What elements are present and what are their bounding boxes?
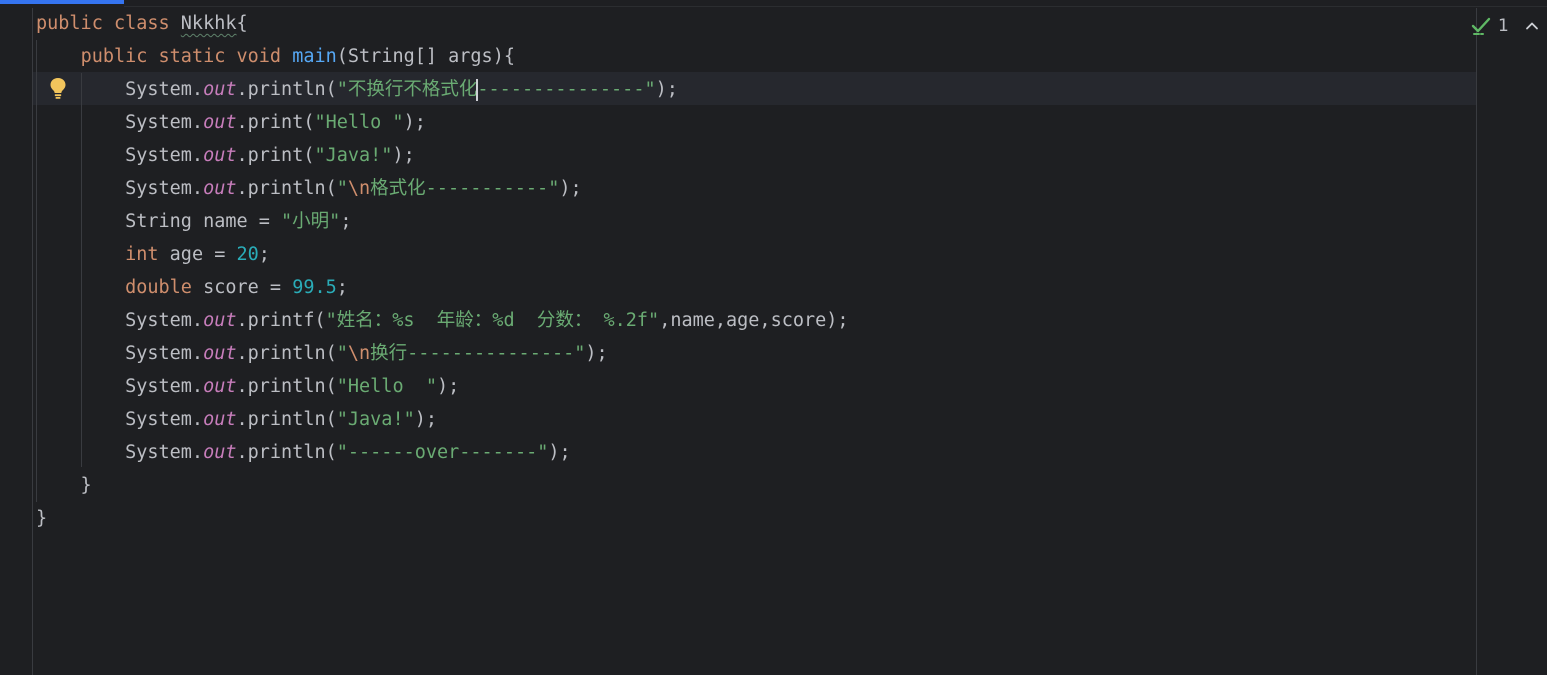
code-token: out (203, 409, 237, 430)
code-token: Nkkhk (180, 13, 237, 34)
inspections-count: 1 (1498, 16, 1509, 36)
code-line[interactable]: double score = 99.5; (36, 271, 849, 304)
code-line[interactable]: System.out.print("Hello "); (36, 106, 849, 139)
code-line[interactable]: System.out.println("\n格式化-----------"); (36, 172, 849, 205)
code-token: .println( (236, 79, 337, 100)
code-line[interactable]: System.out.printf("姓名：%s 年龄：%d 分数： %.2f"… (36, 304, 849, 337)
code-token: out (203, 145, 237, 166)
code-token: ); (392, 145, 415, 166)
inspections-widget[interactable]: 1 (1470, 14, 1541, 38)
code-token: int (125, 244, 170, 265)
code-token: "Java!" (314, 145, 393, 166)
gutter-separator (32, 8, 33, 675)
code-token: public (36, 13, 114, 34)
code-line[interactable]: System.out.println("不换行不格式化-------------… (36, 73, 849, 106)
code-token: ); (548, 442, 571, 463)
code-line[interactable]: System.out.println("Hello "); (36, 370, 849, 403)
code-token: out (203, 79, 237, 100)
code-token: main (292, 46, 337, 67)
code-line[interactable]: System.out.println("\n换行---------------"… (36, 337, 849, 370)
code-token: System. (36, 178, 204, 199)
code-token: "Java!" (336, 409, 415, 430)
code-token: System. (36, 442, 204, 463)
code-token: } (36, 475, 92, 496)
code-token: .println( (236, 442, 337, 463)
code-token: 99.5 (292, 277, 337, 298)
code-token: "Hello " (336, 376, 437, 397)
code-line[interactable]: } (36, 502, 849, 535)
right-margin-guide (1476, 8, 1477, 675)
code-token: 格式化-----------" (370, 178, 560, 199)
code-token: .println( (236, 409, 337, 430)
code-editor[interactable]: public class Nkkhk{ public static void m… (36, 7, 849, 535)
code-token: "不换行不格式化 (336, 79, 478, 100)
code-token: ); (655, 79, 678, 100)
code-token: ---------------" (477, 79, 656, 100)
code-token: age = (169, 244, 237, 265)
code-line[interactable]: System.out.println("------over-------"); (36, 436, 849, 469)
code-token: double (125, 277, 204, 298)
code-token: .print( (236, 112, 315, 133)
code-token: ); (414, 409, 437, 430)
code-token: System. (36, 112, 204, 133)
code-token: out (203, 376, 237, 397)
code-token: score = (203, 277, 293, 298)
code-token: .println( (236, 376, 337, 397)
code-token: ; (336, 277, 348, 298)
code-token: System. (36, 310, 204, 331)
code-token: System. (36, 145, 204, 166)
code-token: "姓名：%s 年龄：%d 分数： %.2f" (325, 310, 660, 331)
code-line[interactable]: System.out.print("Java!"); (36, 139, 849, 172)
code-token: System. (36, 79, 204, 100)
code-line[interactable]: int age = 20; (36, 238, 849, 271)
code-token: 20 (236, 244, 259, 265)
code-token: "------over-------" (336, 442, 549, 463)
code-token: ); (585, 343, 608, 364)
code-token: (String[] args){ (336, 46, 515, 67)
code-token: ,name,age,score); (659, 310, 849, 331)
code-line[interactable]: String name = "小明"; (36, 205, 849, 238)
code-token: out (203, 112, 237, 133)
code-token: " (336, 178, 348, 199)
code-token: void (236, 46, 293, 67)
code-token: ); (559, 178, 582, 199)
code-token: ); (437, 376, 460, 397)
check-icon (1471, 17, 1491, 35)
code-token: String name = (36, 211, 282, 232)
code-line[interactable]: System.out.println("Java!"); (36, 403, 849, 436)
active-tab-indicator (0, 0, 124, 4)
chevron-up-icon[interactable] (1523, 17, 1541, 35)
code-line[interactable]: } (36, 469, 849, 502)
code-token: System. (36, 376, 204, 397)
code-token: out (203, 343, 237, 364)
code-token: ; (258, 244, 270, 265)
code-token: class (113, 13, 181, 34)
code-line[interactable]: public static void main(String[] args){ (36, 40, 849, 73)
code-token: System. (36, 409, 204, 430)
code-token: ; (340, 211, 352, 232)
code-token: .println( (236, 178, 337, 199)
code-token: "Hello " (314, 112, 404, 133)
code-line[interactable]: public class Nkkhk{ (36, 7, 849, 40)
code-token: .println( (236, 343, 337, 364)
code-token: \n (347, 178, 371, 199)
code-token: static (158, 46, 237, 67)
code-token: .printf( (236, 310, 326, 331)
code-token: out (203, 310, 237, 331)
code-token: 换行---------------" (370, 343, 586, 364)
code-token: System. (36, 343, 204, 364)
code-token: .print( (236, 145, 315, 166)
code-token: ); (403, 112, 426, 133)
code-token: public (80, 46, 159, 67)
code-token: out (203, 178, 237, 199)
code-token: { (236, 13, 248, 34)
code-token: } (36, 508, 48, 529)
code-token: " (336, 343, 348, 364)
code-token: "小明" (281, 211, 341, 232)
code-token: out (203, 442, 237, 463)
code-token: \n (347, 343, 371, 364)
